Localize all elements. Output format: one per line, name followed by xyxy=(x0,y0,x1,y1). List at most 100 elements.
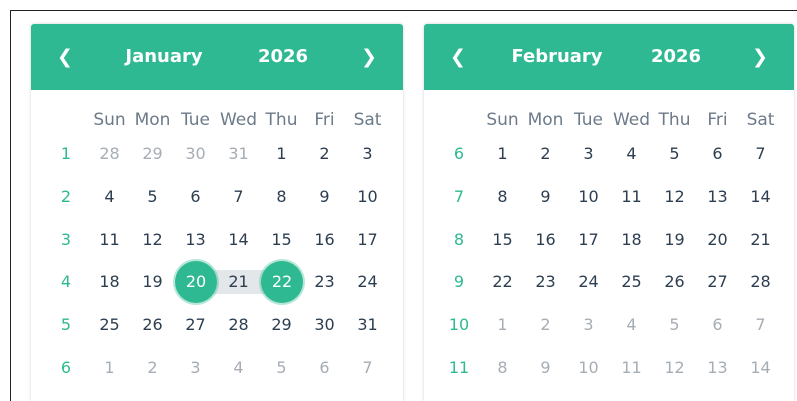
day-cell-outside-month[interactable]: 2 xyxy=(131,351,174,385)
week-number: 3 xyxy=(60,229,72,249)
day-cell[interactable]: 9 xyxy=(524,180,567,214)
day-cell[interactable]: 16 xyxy=(303,223,346,257)
day-cell-outside-month[interactable]: 13 xyxy=(696,351,739,385)
day-cell[interactable]: 30 xyxy=(303,308,346,342)
day-cell[interactable]: 17 xyxy=(567,223,610,257)
week-row: 2 4 5 6 7 8 9 10 xyxy=(31,180,403,214)
day-cell-outside-month[interactable]: 3 xyxy=(567,308,610,342)
day-cell[interactable]: 3 xyxy=(346,137,389,171)
day-cell-outside-month[interactable]: 5 xyxy=(260,351,303,385)
day-cell[interactable]: 2 xyxy=(303,137,346,171)
month-label[interactable]: February xyxy=(502,44,612,70)
day-cell[interactable]: 14 xyxy=(217,223,260,257)
week-row: 1 28 29 30 31 1 2 3 xyxy=(31,137,403,171)
day-cell[interactable]: 5 xyxy=(131,180,174,214)
day-cell[interactable]: 11 xyxy=(88,223,131,257)
week-number: 11 xyxy=(448,358,470,377)
month-label[interactable]: January xyxy=(109,44,219,70)
day-cell[interactable]: 25 xyxy=(88,308,131,342)
day-cell-outside-month[interactable]: 1 xyxy=(481,308,524,342)
day-cell-outside-month[interactable]: 1 xyxy=(88,351,131,385)
day-cell-outside-month[interactable]: 5 xyxy=(653,308,696,342)
day-cell[interactable]: 31 xyxy=(346,308,389,342)
day-cell[interactable]: 16 xyxy=(524,223,567,257)
day-cell[interactable]: 6 xyxy=(696,137,739,171)
day-cell[interactable]: 4 xyxy=(88,180,131,214)
day-cell-outside-month[interactable]: 10 xyxy=(567,351,610,385)
day-cell[interactable]: 4 xyxy=(610,137,653,171)
week-row: 61234567 xyxy=(424,137,794,171)
day-cell[interactable]: 28 xyxy=(217,308,260,342)
day-cell-outside-month[interactable]: 11 xyxy=(610,351,653,385)
day-cell[interactable]: 9 xyxy=(303,180,346,214)
year-label[interactable]: 2026 xyxy=(634,44,718,70)
day-cell[interactable]: 20 xyxy=(696,223,739,257)
day-cell-outside-month[interactable]: 4 xyxy=(217,351,260,385)
day-cell[interactable]: 11 xyxy=(610,180,653,214)
weekday-label: Thu xyxy=(658,110,691,130)
day-cell[interactable]: 28 xyxy=(739,265,782,299)
day-cell-outside-month[interactable]: 3 xyxy=(174,351,217,385)
day-cell[interactable]: 26 xyxy=(131,308,174,342)
week-row: 9 22 23 24 25 26 27 28 xyxy=(424,265,794,299)
chevron-left-icon[interactable]: ❮ xyxy=(51,44,79,70)
day-cell-outside-month[interactable]: 4 xyxy=(610,308,653,342)
day-cell-outside-month[interactable]: 28 xyxy=(88,137,131,171)
chevron-right-icon[interactable]: ❯ xyxy=(746,44,774,70)
day-cell[interactable]: 7 xyxy=(217,180,260,214)
day-cell[interactable]: 14 xyxy=(739,180,782,214)
day-cell[interactable]: 22 xyxy=(481,265,524,299)
day-cell[interactable]: 1 xyxy=(260,137,303,171)
day-cell[interactable]: 23 xyxy=(524,265,567,299)
day-cell[interactable]: 12 xyxy=(653,180,696,214)
day-cell[interactable]: 15 xyxy=(481,223,524,257)
week-number: 10 xyxy=(448,315,470,335)
day-cell[interactable]: 1 xyxy=(481,137,524,171)
weekday-label: Sun xyxy=(486,110,519,130)
day-cell-outside-month[interactable]: 31 xyxy=(217,137,260,171)
day-cell[interactable]: 13 xyxy=(696,180,739,214)
day-cell[interactable]: 27 xyxy=(696,265,739,299)
chevron-right-icon[interactable]: ❯ xyxy=(355,44,383,70)
day-cell-outside-month[interactable]: 29 xyxy=(131,137,174,171)
day-cell-outside-month[interactable]: 7 xyxy=(739,308,782,342)
day-cell[interactable]: 17 xyxy=(346,223,389,257)
day-cell[interactable]: 6 xyxy=(174,180,217,214)
day-cell[interactable]: 7 xyxy=(739,137,782,171)
day-cell[interactable]: 12 xyxy=(131,223,174,257)
day-cell[interactable]: 18 xyxy=(88,265,131,299)
day-cell[interactable]: 10 xyxy=(346,180,389,214)
day-cell-outside-month[interactable]: 9 xyxy=(524,351,567,385)
day-cell[interactable]: 3 xyxy=(567,137,610,171)
day-cell[interactable]: 24 xyxy=(567,265,610,299)
day-cell-outside-month[interactable]: 8 xyxy=(481,351,524,385)
day-cell-outside-month[interactable]: 6 xyxy=(303,351,346,385)
day-cell[interactable]: 10 xyxy=(567,180,610,214)
day-cell[interactable]: 13 xyxy=(174,223,217,257)
day-cell-outside-month[interactable]: 2 xyxy=(524,308,567,342)
day-cell-in-range[interactable]: 21 xyxy=(217,270,260,294)
day-cell[interactable]: 5 xyxy=(653,137,696,171)
day-cell[interactable]: 25 xyxy=(610,265,653,299)
day-cell-outside-month[interactable]: 12 xyxy=(653,351,696,385)
day-cell-outside-month[interactable]: 6 xyxy=(696,308,739,342)
day-cell[interactable]: 27 xyxy=(174,308,217,342)
day-cell[interactable]: 8 xyxy=(260,180,303,214)
day-cell[interactable]: 29 xyxy=(260,308,303,342)
day-cell-outside-month[interactable]: 14 xyxy=(739,351,782,385)
day-cell-outside-month[interactable]: 30 xyxy=(174,137,217,171)
day-cell-outside-month[interactable]: 7 xyxy=(346,351,389,385)
day-cell[interactable]: 2 xyxy=(524,137,567,171)
day-cell[interactable]: 19 xyxy=(131,265,174,299)
day-cell[interactable]: 18 xyxy=(610,223,653,257)
calendar-january: ❮ January 2026 ❯ Sun Mon Tue Wed Thu Fri Sat 1… xyxy=(31,24,403,401)
day-cell[interactable]: 26 xyxy=(653,265,696,299)
day-cell[interactable]: 19 xyxy=(653,223,696,257)
day-cell[interactable]: 21 xyxy=(739,223,782,257)
chevron-left-icon[interactable]: ❮ xyxy=(444,44,472,70)
day-cell[interactable]: 23 xyxy=(303,265,346,299)
day-cell[interactable]: 15 xyxy=(260,223,303,257)
day-cell[interactable]: 24 xyxy=(346,265,389,299)
day-cell[interactable]: 8 xyxy=(481,180,524,214)
year-label[interactable]: 2026 xyxy=(241,44,325,70)
